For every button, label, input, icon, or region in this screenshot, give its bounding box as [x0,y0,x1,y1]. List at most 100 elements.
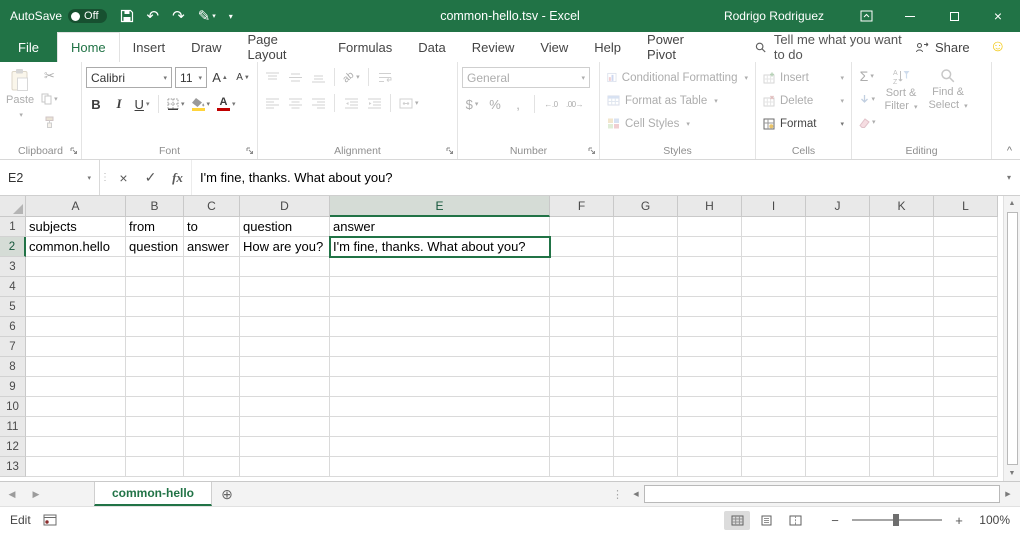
cell-L7[interactable] [934,337,998,357]
column-header-G[interactable]: G [614,196,678,217]
cell-B6[interactable] [126,317,184,337]
fill-button[interactable]: ▾ [856,89,878,109]
cell-C3[interactable] [184,257,240,277]
tab-review[interactable]: Review [459,32,528,62]
cell-B7[interactable] [126,337,184,357]
cell-A11[interactable] [26,417,126,437]
cell-B8[interactable] [126,357,184,377]
cut-button[interactable]: ✂ [39,66,60,86]
cell-B12[interactable] [126,437,184,457]
sheet-bar-resize-grip[interactable]: ⋮ [612,482,623,506]
cell-J7[interactable] [806,337,870,357]
cell-J11[interactable] [806,417,870,437]
italic-button[interactable]: I [109,94,129,114]
delete-cells-button[interactable]: Delete ▾ [760,90,847,111]
cancel-button[interactable]: × [110,160,137,195]
cell-H4[interactable] [678,277,742,297]
maximize-button[interactable] [932,0,976,32]
column-header-C[interactable]: C [184,196,240,217]
cell-J9[interactable] [806,377,870,397]
row-header-5[interactable]: 5 [0,297,26,317]
cell-H13[interactable] [678,457,742,477]
cell-H10[interactable] [678,397,742,417]
cell-C6[interactable] [184,317,240,337]
collapse-ribbon-button[interactable]: ^ [1007,145,1012,157]
customize-qat-button[interactable]: ▾ [229,12,233,21]
cell-A8[interactable] [26,357,126,377]
cell-K3[interactable] [870,257,934,277]
cell-A12[interactable] [26,437,126,457]
cell-L9[interactable] [934,377,998,397]
cell-K9[interactable] [870,377,934,397]
cell-D8[interactable] [240,357,330,377]
cell-G3[interactable] [614,257,678,277]
underline-button[interactable]: U▾ [132,94,152,114]
row-header-8[interactable]: 8 [0,357,26,377]
insert-function-button[interactable]: fx [164,160,191,195]
cell-H9[interactable] [678,377,742,397]
page-break-preview-button[interactable] [782,511,808,530]
macro-record-icon[interactable] [43,514,57,526]
page-layout-view-button[interactable] [753,511,779,530]
scroll-right-icon[interactable]: ▶ [1002,490,1014,498]
cell-D11[interactable] [240,417,330,437]
cell-I11[interactable] [742,417,806,437]
format-as-table-button[interactable]: Format as Table ▾ [604,90,751,111]
tab-data[interactable]: Data [405,32,458,62]
horizontal-scroll-track[interactable] [644,485,1000,503]
cell-I1[interactable] [742,217,806,237]
next-sheet-button[interactable]: ▶ [24,482,48,506]
minimize-button[interactable] [888,0,932,32]
horizontal-scrollbar[interactable]: ◀ ▶ [630,485,1014,503]
fill-color-button[interactable]: ▾ [190,94,213,114]
cell-H1[interactable] [678,217,742,237]
cell-G12[interactable] [614,437,678,457]
cell-K7[interactable] [870,337,934,357]
cell-D13[interactable] [240,457,330,477]
find-select-button[interactable]: Find & Select ▾ [925,66,972,115]
cell-C13[interactable] [184,457,240,477]
cell-A10[interactable] [26,397,126,417]
cell-E12[interactable] [330,437,550,457]
save-button[interactable] [120,9,134,23]
column-header-L[interactable]: L [934,196,998,217]
cell-styles-button[interactable]: Cell Styles ▾ [604,113,751,134]
name-box[interactable]: E2 ▾ [0,160,100,195]
ink-tools-button[interactable]: ✎▾ [198,7,216,25]
cell-I3[interactable] [742,257,806,277]
cell-L8[interactable] [934,357,998,377]
cell-D6[interactable] [240,317,330,337]
cell-F8[interactable] [550,357,614,377]
column-header-I[interactable]: I [742,196,806,217]
number-dialog-launcher-icon[interactable] [588,147,596,155]
cell-E4[interactable] [330,277,550,297]
cell-G5[interactable] [614,297,678,317]
column-header-A[interactable]: A [26,196,126,217]
scroll-left-icon[interactable]: ◀ [630,490,642,498]
cell-E8[interactable] [330,357,550,377]
tab-draw[interactable]: Draw [178,32,234,62]
cell-I10[interactable] [742,397,806,417]
align-center-button[interactable] [285,93,305,113]
percent-style-button[interactable]: % [485,94,505,114]
row-header-1[interactable]: 1 [0,217,26,237]
cell-J2[interactable] [806,237,870,257]
cell-L11[interactable] [934,417,998,437]
number-format-combo[interactable]: General▾ [462,67,590,88]
cell-G2[interactable] [614,237,678,257]
redo-button[interactable]: ↷ [172,7,185,25]
align-left-button[interactable] [262,93,282,113]
cell-F9[interactable] [550,377,614,397]
cell-C8[interactable] [184,357,240,377]
cell-B5[interactable] [126,297,184,317]
insert-cells-button[interactable]: Insert ▾ [760,67,847,88]
grow-font-button[interactable]: A▲ [210,68,230,88]
feedback-smiley-icon[interactable]: ☺ [990,38,1006,56]
tab-view[interactable]: View [527,32,581,62]
increase-decimal-button[interactable]: ←.0 [541,94,561,114]
cell-G10[interactable] [614,397,678,417]
cell-A6[interactable] [26,317,126,337]
cell-D4[interactable] [240,277,330,297]
column-header-E[interactable]: E [330,196,550,217]
cell-F4[interactable] [550,277,614,297]
